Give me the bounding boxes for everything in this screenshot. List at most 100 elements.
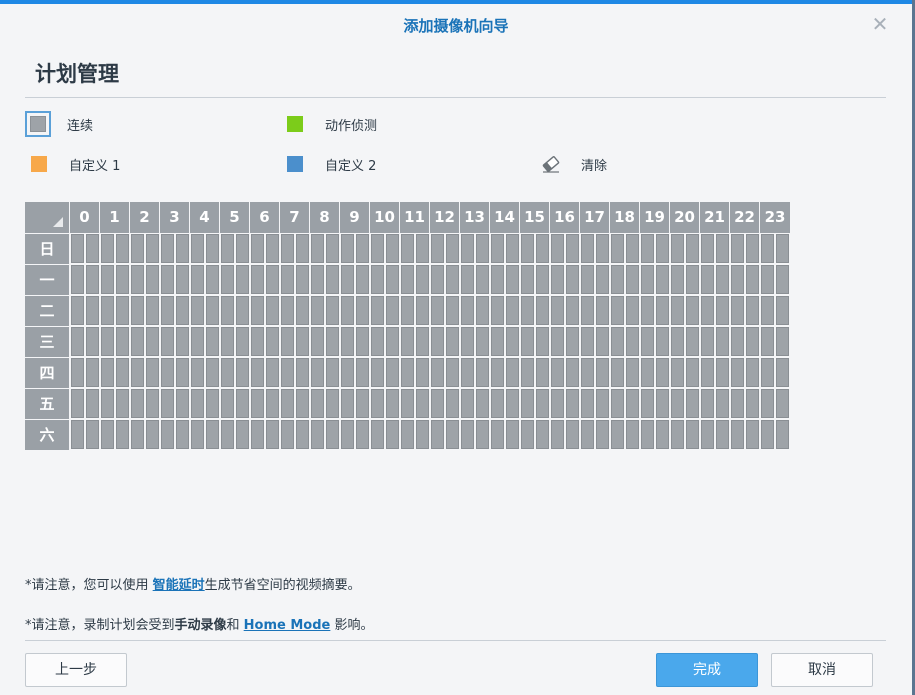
schedule-slot[interactable]: [685, 357, 700, 388]
schedule-slot[interactable]: [475, 419, 490, 450]
schedule-slot[interactable]: [85, 419, 100, 450]
schedule-slot[interactable]: [280, 388, 295, 419]
schedule-slot[interactable]: [145, 388, 160, 419]
schedule-slot[interactable]: [730, 357, 745, 388]
schedule-slot[interactable]: [625, 388, 640, 419]
schedule-slot[interactable]: [685, 295, 700, 326]
schedule-slot[interactable]: [175, 388, 190, 419]
schedule-slot[interactable]: [715, 233, 730, 264]
hour-header-cell[interactable]: 7: [280, 202, 310, 233]
schedule-slot[interactable]: [415, 326, 430, 357]
schedule-slot[interactable]: [445, 357, 460, 388]
cancel-button[interactable]: 取消: [771, 653, 873, 687]
schedule-slot[interactable]: [340, 326, 355, 357]
schedule-slot[interactable]: [205, 326, 220, 357]
schedule-slot[interactable]: [340, 419, 355, 450]
schedule-slot[interactable]: [220, 233, 235, 264]
hour-header-cell[interactable]: 19: [640, 202, 670, 233]
schedule-slot[interactable]: [595, 357, 610, 388]
schedule-slot[interactable]: [235, 388, 250, 419]
schedule-slot[interactable]: [370, 357, 385, 388]
schedule-slot[interactable]: [700, 295, 715, 326]
schedule-slot[interactable]: [265, 388, 280, 419]
schedule-slot[interactable]: [745, 388, 760, 419]
schedule-slot[interactable]: [130, 264, 145, 295]
schedule-slot[interactable]: [205, 264, 220, 295]
schedule-slot[interactable]: [430, 295, 445, 326]
schedule-slot[interactable]: [775, 419, 790, 450]
schedule-slot[interactable]: [400, 233, 415, 264]
schedule-slot[interactable]: [295, 326, 310, 357]
schedule-slot[interactable]: [640, 419, 655, 450]
schedule-slot[interactable]: [610, 295, 625, 326]
day-header-cell[interactable]: 三: [25, 326, 70, 357]
schedule-slot[interactable]: [220, 357, 235, 388]
schedule-slot[interactable]: [70, 388, 85, 419]
schedule-slot[interactable]: [385, 326, 400, 357]
day-header-cell[interactable]: 一: [25, 264, 70, 295]
schedule-slot[interactable]: [100, 295, 115, 326]
legend-custom1[interactable]: 自定义 1: [31, 152, 120, 176]
schedule-slot[interactable]: [745, 419, 760, 450]
schedule-slot[interactable]: [295, 388, 310, 419]
schedule-slot[interactable]: [340, 264, 355, 295]
schedule-slot[interactable]: [265, 419, 280, 450]
close-icon[interactable]: ✕: [870, 14, 890, 34]
schedule-slot[interactable]: [625, 264, 640, 295]
schedule-slot[interactable]: [130, 233, 145, 264]
schedule-slot[interactable]: [580, 295, 595, 326]
schedule-slot[interactable]: [250, 233, 265, 264]
schedule-slot[interactable]: [550, 326, 565, 357]
schedule-slot[interactable]: [160, 264, 175, 295]
schedule-slot[interactable]: [685, 264, 700, 295]
schedule-slot[interactable]: [250, 295, 265, 326]
schedule-slot[interactable]: [580, 326, 595, 357]
schedule-slot[interactable]: [235, 233, 250, 264]
schedule-slot[interactable]: [520, 357, 535, 388]
schedule-slot[interactable]: [190, 264, 205, 295]
schedule-slot[interactable]: [730, 295, 745, 326]
legend-motion[interactable]: 动作侦测: [287, 112, 377, 136]
schedule-slot[interactable]: [685, 233, 700, 264]
hour-header-cell[interactable]: 13: [460, 202, 490, 233]
schedule-slot[interactable]: [760, 357, 775, 388]
schedule-slot[interactable]: [535, 295, 550, 326]
schedule-slot[interactable]: [370, 295, 385, 326]
schedule-slot[interactable]: [625, 326, 640, 357]
hour-header-cell[interactable]: 23: [760, 202, 790, 233]
schedule-slot[interactable]: [130, 295, 145, 326]
schedule-slot[interactable]: [85, 357, 100, 388]
schedule-slot[interactable]: [160, 295, 175, 326]
schedule-slot[interactable]: [640, 326, 655, 357]
schedule-slot[interactable]: [145, 295, 160, 326]
schedule-slot[interactable]: [430, 264, 445, 295]
schedule-slot[interactable]: [385, 295, 400, 326]
hour-header-cell[interactable]: 22: [730, 202, 760, 233]
schedule-slot[interactable]: [70, 264, 85, 295]
schedule-slot[interactable]: [685, 326, 700, 357]
day-header-cell[interactable]: 日: [25, 233, 70, 264]
schedule-slot[interactable]: [655, 295, 670, 326]
schedule-slot[interactable]: [475, 233, 490, 264]
schedule-slot[interactable]: [655, 326, 670, 357]
schedule-slot[interactable]: [325, 419, 340, 450]
schedule-slot[interactable]: [265, 264, 280, 295]
schedule-slot[interactable]: [415, 419, 430, 450]
smart-timelapse-link[interactable]: 智能延时: [153, 578, 205, 593]
schedule-slot[interactable]: [160, 419, 175, 450]
schedule-slot[interactable]: [85, 388, 100, 419]
schedule-slot[interactable]: [370, 419, 385, 450]
schedule-slot[interactable]: [760, 388, 775, 419]
schedule-slot[interactable]: [580, 357, 595, 388]
schedule-slot[interactable]: [205, 419, 220, 450]
schedule-slot[interactable]: [580, 388, 595, 419]
schedule-slot[interactable]: [490, 388, 505, 419]
schedule-slot[interactable]: [610, 388, 625, 419]
hour-header-cell[interactable]: 6: [250, 202, 280, 233]
schedule-slot[interactable]: [400, 264, 415, 295]
schedule-slot[interactable]: [100, 233, 115, 264]
schedule-slot[interactable]: [700, 264, 715, 295]
schedule-slot[interactable]: [250, 419, 265, 450]
schedule-slot[interactable]: [220, 264, 235, 295]
schedule-slot[interactable]: [640, 233, 655, 264]
